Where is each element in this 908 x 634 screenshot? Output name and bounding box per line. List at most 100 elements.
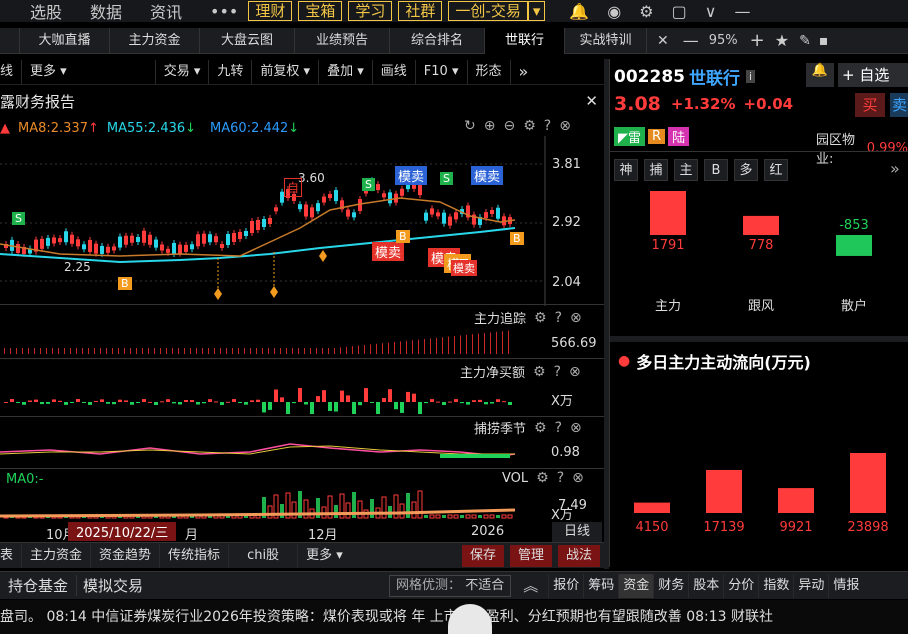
panel-close-icon[interactable]: ✕ [585,92,598,110]
tab-dapanyuntu[interactable]: 大盘云图 [200,27,295,54]
diejia-dropdown[interactable]: 叠加 ▾ [318,59,372,84]
help-icon[interactable]: ? [555,310,562,326]
key-b[interactable]: B [704,159,728,181]
add-watchlist-button[interactable]: + 自选 [838,63,908,87]
sell-button[interactable]: 卖 [890,93,908,117]
licai-button[interactable]: 理财 [248,1,293,21]
more-menu[interactable]: ••• [210,2,238,21]
zi-flag[interactable]: 自 [284,178,303,197]
signal-moshai[interactable]: 模卖 [451,260,477,276]
period-selector[interactable]: 日线 [552,522,602,542]
tag-lu[interactable]: 陆 [668,127,690,146]
signal-moshai[interactable]: 模卖 [372,242,405,261]
f10-dropdown[interactable]: F10 ▾ [414,59,467,84]
xuexi-button[interactable]: 学习 [348,1,393,21]
close-icon[interactable]: ⊗ [559,118,571,134]
help-icon[interactable]: ? [555,420,562,436]
key-shen[interactable]: 神 [614,159,638,181]
fuquan-dropdown[interactable]: 前复权 ▾ [251,59,318,84]
line-mode[interactable]: 线 [0,60,21,84]
more-icon[interactable]: ▪ [819,33,829,49]
tab-zhulizijin[interactable]: 主力资金 [110,27,200,54]
close-icon[interactable]: ⊗ [570,310,582,326]
help-icon[interactable]: ? [544,118,551,134]
star-icon[interactable]: ★ [775,31,789,50]
shequn-button[interactable]: 社群 [398,1,443,21]
bell-icon[interactable]: 🔔 [569,2,589,21]
close-icon[interactable]: ⊗ [572,470,584,486]
huaxian-button[interactable]: 画线 [371,59,415,84]
kline-chart-area[interactable]: 露财务报告 ✕ ▲ MA8:2.337 ↑ MA55:2.436 ↓ MA60:… [0,86,604,543]
rtab-baojia[interactable]: 报价 [548,573,583,598]
more-dropdown[interactable]: 更多 ▾ [21,59,75,84]
tab-dakazhibo[interactable]: 大咖直播 [20,27,110,54]
moni-jiaoyi[interactable]: 模拟交易 [76,575,149,596]
help-icon[interactable]: ? [557,470,564,486]
settings-icon[interactable]: ⚙ [534,310,547,326]
stock-name[interactable]: 世联行 [689,64,740,89]
avatar-icon[interactable]: ◉ [607,2,621,21]
rtab-caiwu[interactable]: 财务 [653,573,688,598]
signal-moshai[interactable]: 模卖 [471,166,504,185]
key-bu[interactable]: 捕 [644,159,668,181]
itab-chigu[interactable]: chi股 [228,543,297,568]
buy-button[interactable]: 买 [855,93,885,117]
tab-stub[interactable] [0,27,20,54]
tab-shizhantexun[interactable]: 实战特训 [565,27,647,54]
tab-shilianhang[interactable]: 世联行 [485,27,565,54]
tab-close-icon[interactable]: ✕ [657,33,669,49]
close-icon[interactable]: ⊗ [569,364,581,380]
chicang-jijin[interactable]: 持仓基金 [0,575,76,596]
window-icon[interactable]: ▢ [672,2,687,21]
gear-icon[interactable]: ⚙ [639,2,653,21]
minus-icon[interactable]: ⊖ [503,118,515,134]
nav-xuangu[interactable]: 选股 [30,0,62,23]
strategy-button[interactable]: 战法 [557,544,600,567]
zoom-out-icon[interactable]: — [683,31,699,50]
jiaoyi-dropdown[interactable]: 交易 ▾ [154,59,209,84]
xingtai-button[interactable]: 形态 [466,59,510,84]
close-icon[interactable]: ⊗ [570,420,582,436]
itab-zhulizijin[interactable]: 主力资金 [21,543,90,568]
rtab-zijin[interactable]: 资金 [618,573,654,598]
rtab-yidong[interactable]: 异动 [793,573,828,598]
plus-icon[interactable]: ⊕ [484,118,496,134]
nav-zixun[interactable]: 资讯 [150,0,182,23]
rtab-fenjia[interactable]: 分价 [723,573,758,598]
sector-label[interactable]: 园区物业: [816,129,863,167]
nav-shuju[interactable]: 数据 [90,0,122,23]
style-select[interactable]: 网格优测： 不适合 [389,574,512,597]
pen-icon[interactable]: ✎ [799,33,811,49]
expand-icon[interactable]: » [890,159,900,178]
help-icon[interactable]: ? [554,364,561,380]
collapse-up-icon[interactable]: ︽ [523,575,538,596]
trade-dropdown[interactable]: ▾ [527,1,546,21]
tab-yejiyugao[interactable]: 业绩预告 [295,27,390,54]
itab-chuantong[interactable]: 传统指标 [159,543,228,568]
baoxiang-button[interactable]: 宝箱 [298,1,343,21]
rtab-qingbao[interactable]: 情报 [828,573,863,598]
key-duo[interactable]: 多 [734,159,758,181]
chevron-down-icon[interactable]: ∨ [705,2,717,21]
itab-zijinqushi[interactable]: 资金趋势 [90,543,159,568]
info-icon[interactable]: i [745,70,756,83]
expand-right-icon[interactable]: » [509,59,537,84]
settings-icon[interactable]: ⚙ [536,470,549,486]
zoom-in-icon[interactable]: + [750,30,765,51]
alert-bell-icon[interactable]: 🔔 [806,63,834,87]
signal-moshai[interactable]: 模卖 [395,166,428,185]
manage-button[interactable]: 管理 [509,544,552,567]
itab-0[interactable]: 表 [0,544,21,568]
jiuzhuan-button[interactable]: 九转 [208,59,251,84]
refresh-icon[interactable]: ↻ [464,118,476,134]
minimize-icon[interactable]: — [734,2,750,21]
itab-more[interactable]: 更多 ▾ [297,543,351,568]
key-zhu[interactable]: 主 [674,159,698,181]
tag-lei[interactable]: ◤雷 [614,127,646,146]
save-button[interactable]: 保存 [461,544,504,567]
rtab-chouma[interactable]: 筹码 [583,573,618,598]
rtab-zhishu[interactable]: 指数 [758,573,793,598]
key-hong[interactable]: 红 [764,159,788,181]
tab-zonghepaiming[interactable]: 综合排名 [390,27,485,54]
trade-button[interactable]: 一创-交易 [448,1,528,21]
